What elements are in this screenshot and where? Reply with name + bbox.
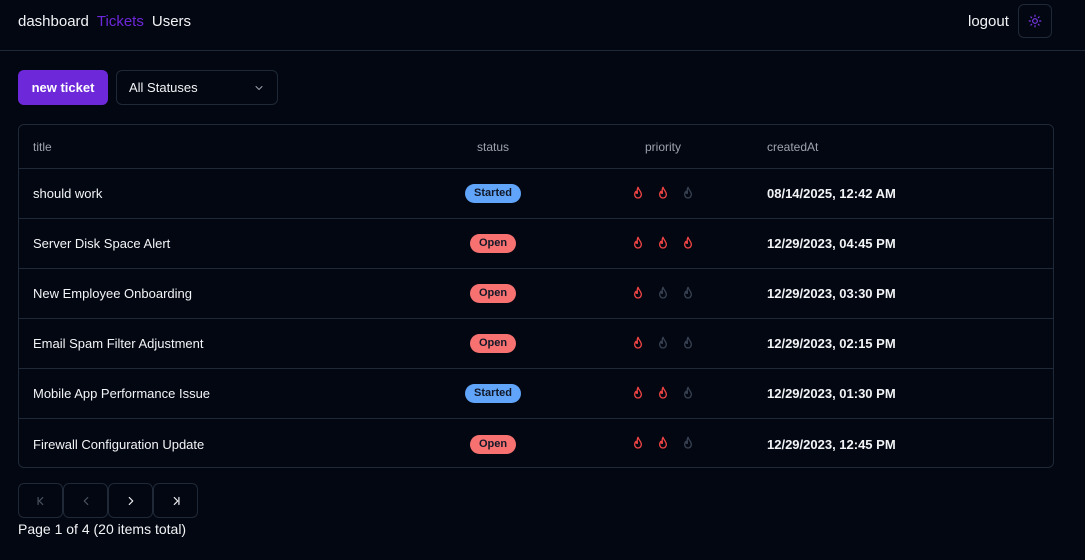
first-page-button[interactable] [18, 483, 63, 518]
status-badge: Started [465, 384, 521, 403]
ticket-status-cell: Started [433, 369, 553, 418]
column-header-title[interactable]: title [33, 125, 52, 168]
flame-icon-inactive [684, 336, 692, 349]
next-page-icon [128, 496, 133, 505]
ticket-priority-cell [603, 319, 723, 368]
table-body: should work Started 08/14/2025, 12:42 AM Se… [19, 169, 1053, 467]
status-badge: Open [469, 334, 517, 353]
main-nav: dashboard Tickets Users [18, 13, 191, 30]
last-page-button[interactable] [153, 483, 198, 518]
top-navbar: dashboard Tickets Users logout [0, 0, 1085, 51]
status-badge: Started [465, 184, 521, 203]
theme-toggle-button[interactable] [1018, 4, 1052, 38]
flame-icon-inactive [659, 336, 667, 349]
chevron-down-icon [255, 85, 263, 90]
ticket-title: Server Disk Space Alert [33, 236, 171, 251]
ticket-title: New Employee Onboarding [33, 286, 192, 301]
table-header: title status priority createdAt [19, 125, 1053, 169]
previous-page-icon [83, 496, 88, 505]
ticket-created-at: 12/29/2023, 04:45 PM [767, 236, 896, 251]
column-header-status[interactable]: status [433, 125, 553, 168]
ticket-status-cell: Open [433, 269, 553, 318]
flame-icon-inactive [684, 386, 692, 399]
ticket-status-cell: Open [433, 319, 553, 368]
status-badge: Open [469, 284, 517, 303]
ticket-toolbar: new ticket All Statuses [18, 70, 278, 105]
flame-icon-active [634, 286, 642, 299]
new-ticket-button[interactable]: new ticket [18, 70, 108, 105]
ticket-created-at: 12/29/2023, 02:15 PM [767, 336, 896, 351]
ticket-created-at: 08/14/2025, 12:42 AM [767, 186, 896, 201]
nav-item-tickets[interactable]: Tickets [97, 13, 144, 30]
flame-icon-inactive [659, 286, 667, 299]
ticket-priority-cell [603, 219, 723, 268]
table-row[interactable]: Firewall Configuration Update Open 12/29/2… [19, 419, 1053, 467]
ticket-created-at: 12/29/2023, 01:30 PM [767, 386, 896, 401]
ticket-priority-cell [603, 169, 723, 218]
ticket-created-at: 12/29/2023, 03:30 PM [767, 286, 896, 301]
flame-icon-active [634, 386, 642, 399]
status-badge: Open [469, 234, 517, 253]
tickets-table: title status priority createdAt should w… [18, 124, 1054, 468]
flame-icon-inactive [684, 186, 692, 199]
ticket-status-cell: Started [433, 169, 553, 218]
sun-icon [1028, 14, 1042, 28]
table-row[interactable]: Email Spam Filter Adjustment Open 12/29/20… [19, 319, 1053, 369]
pagination-controls [18, 483, 198, 518]
status-filter-select[interactable]: All Statuses [116, 70, 278, 105]
next-page-button[interactable] [108, 483, 153, 518]
table-row[interactable]: Server Disk Space Alert Open 12/29/2023, 0… [19, 219, 1053, 269]
flame-icon-active [634, 236, 642, 249]
previous-page-button[interactable] [63, 483, 108, 518]
flame-icon-active [659, 186, 667, 199]
flame-icon-active [634, 336, 642, 349]
ticket-title: Email Spam Filter Adjustment [33, 336, 204, 351]
flame-icon-active [659, 436, 667, 449]
column-header-createdat[interactable]: createdAt [767, 125, 818, 168]
table-row[interactable]: Mobile App Performance Issue Started 12/29… [19, 369, 1053, 419]
ticket-priority-cell [603, 419, 723, 467]
ticket-title: should work [33, 186, 103, 201]
flame-icon-inactive [684, 436, 692, 449]
ticket-status-cell: Open [433, 419, 553, 467]
table-row[interactable]: should work Started 08/14/2025, 12:42 AM [19, 169, 1053, 219]
ticket-priority-cell [603, 269, 723, 318]
ticket-created-at: 12/29/2023, 12:45 PM [767, 436, 896, 452]
status-badge: Open [469, 434, 517, 454]
pagination-info: Page 1 of 4 (20 items total) [18, 521, 187, 537]
first-page-icon [37, 496, 43, 505]
last-page-icon [173, 496, 179, 505]
flame-icon-active [634, 186, 642, 199]
ticket-title: Firewall Configuration Update [33, 436, 205, 452]
ticket-status-cell: Open [433, 219, 553, 268]
flame-icon-active [634, 436, 642, 449]
table-row[interactable]: New Employee Onboarding Open 12/29/2023, 0… [19, 269, 1053, 319]
column-header-priority[interactable]: priority [603, 125, 723, 168]
logout-link[interactable]: logout [968, 13, 1009, 30]
nav-item-dashboard[interactable]: dashboard [18, 13, 89, 30]
flame-icon-inactive [684, 286, 692, 299]
flame-icon-active [684, 236, 692, 249]
status-filter-value: All Statuses [129, 80, 198, 95]
ticket-title: Mobile App Performance Issue [33, 386, 211, 401]
ticket-priority-cell [603, 369, 723, 418]
flame-icon-active [659, 236, 667, 249]
nav-item-users[interactable]: Users [152, 13, 191, 30]
flame-icon-active [659, 386, 667, 399]
